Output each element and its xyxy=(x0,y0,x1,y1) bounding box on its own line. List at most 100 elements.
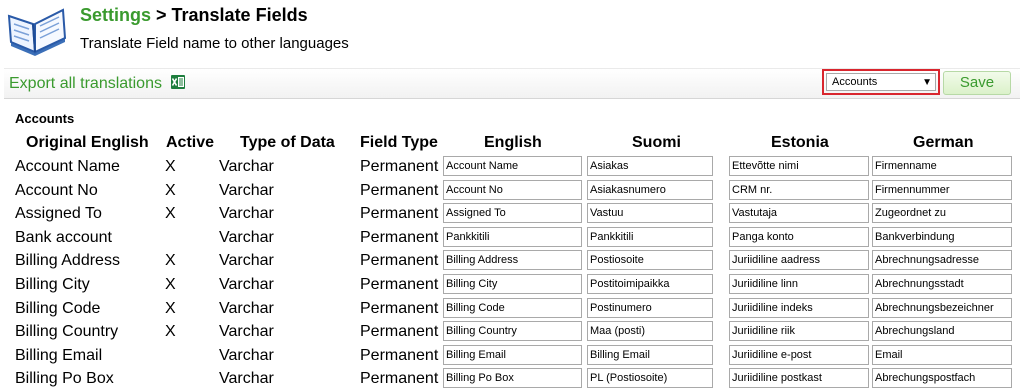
original-english-cell: Account Name xyxy=(15,158,120,175)
english-translation-input[interactable]: Account Name xyxy=(443,156,582,176)
type-of-data-cell: Varchar xyxy=(219,370,274,388)
col-header-german: German xyxy=(913,134,974,151)
original-english-cell: Bank account xyxy=(15,228,112,246)
english-translation-input[interactable]: Assigned To xyxy=(443,203,582,224)
english-translation-input[interactable]: Billing City xyxy=(443,274,582,294)
table-row: Billing Code X Varchar Permanent Billing Cod… xyxy=(0,297,1024,321)
german-translation-input[interactable]: Firmennummer xyxy=(872,179,1012,200)
suomi-translation-input[interactable]: Maa (posti) xyxy=(587,321,713,342)
table-row: Billing Email Varchar Permanent Billing Ema… xyxy=(0,344,1024,368)
type-of-data-cell: Varchar xyxy=(219,205,274,223)
table-row: Billing Address X Varchar Permanent Billing … xyxy=(0,249,1024,273)
suomi-translation-input[interactable]: Vastuu xyxy=(587,203,713,224)
table-row: Billing City X Varchar Permanent Billing Cit… xyxy=(0,273,1024,297)
estonia-translation-input[interactable]: Juriidiline postkast xyxy=(729,368,869,389)
col-header-field-type: Field Type xyxy=(360,134,438,151)
english-translation-input[interactable]: Billing Address xyxy=(443,250,582,271)
field-type-cell: Permanent xyxy=(360,276,439,293)
page-title-text: Translate Fields xyxy=(171,5,308,25)
table-row: Account Name X Varchar Permanent Account Nam… xyxy=(0,155,1024,179)
type-of-data-cell: Varchar xyxy=(219,181,274,199)
active-cell: X xyxy=(165,158,176,175)
export-translations-link[interactable]: Export all translations xyxy=(9,75,162,93)
german-translation-input[interactable]: Bankverbindung xyxy=(872,226,1012,247)
type-of-data-cell: Varchar xyxy=(219,276,274,293)
estonia-translation-input[interactable]: Juriidiline e-post xyxy=(729,344,869,365)
col-header-estonia: Estonia xyxy=(771,134,829,151)
suomi-translation-input[interactable]: Asiakasnumero xyxy=(587,179,713,200)
page-title: Settings > Translate Fields xyxy=(80,5,308,26)
suomi-translation-input[interactable]: Pankkitili xyxy=(587,226,713,247)
original-english-cell: Billing Po Box xyxy=(15,370,114,388)
field-type-cell: Permanent xyxy=(360,228,439,246)
table-row: Assigned To X Varchar Permanent Assigned To V… xyxy=(0,202,1024,226)
estonia-translation-input[interactable]: Ettevõtte nimi xyxy=(729,156,869,176)
module-select-highlight: Accounts ▼ xyxy=(822,69,940,95)
active-cell: X xyxy=(165,252,176,270)
active-cell: X xyxy=(165,276,176,293)
german-translation-input[interactable]: Abrechnungsbezeichner xyxy=(872,297,1012,318)
english-translation-input[interactable]: Account No xyxy=(443,179,582,200)
type-of-data-cell: Varchar xyxy=(219,323,274,341)
suomi-translation-input[interactable]: Asiakas xyxy=(587,156,713,176)
english-translation-input[interactable]: Billing Po Box xyxy=(443,368,582,389)
estonia-translation-input[interactable]: Juriidiline aadress xyxy=(729,250,869,271)
field-type-cell: Permanent xyxy=(360,323,439,341)
active-cell: X xyxy=(165,323,176,341)
field-type-cell: Permanent xyxy=(360,181,439,199)
german-translation-input[interactable]: Abrechnungsadresse xyxy=(872,250,1012,271)
table-row: Billing Country X Varchar Permanent Billing … xyxy=(0,320,1024,344)
estonia-translation-input[interactable]: Juriidiline riik xyxy=(729,321,869,342)
table-row: Account No X Varchar Permanent Account No Asi… xyxy=(0,179,1024,203)
german-translation-input[interactable]: Abrechungsland xyxy=(872,321,1012,342)
estonia-translation-input[interactable]: Vastutaja xyxy=(729,203,869,224)
field-type-cell: Permanent xyxy=(360,299,439,317)
field-type-cell: Permanent xyxy=(360,346,439,364)
original-english-cell: Billing City xyxy=(15,276,90,293)
type-of-data-cell: Varchar xyxy=(219,252,274,270)
estonia-translation-input[interactable]: Panga konto xyxy=(729,226,869,247)
original-english-cell: Account No xyxy=(15,181,98,199)
type-of-data-cell: Varchar xyxy=(219,158,274,175)
suomi-translation-input[interactable]: Postinumero xyxy=(587,297,713,318)
english-translation-input[interactable]: Billing Country xyxy=(443,321,582,342)
estonia-translation-input[interactable]: CRM nr. xyxy=(729,179,869,200)
german-translation-input[interactable]: Abrechnungsstadt xyxy=(872,274,1012,294)
page-header: Settings > Translate Fields Translate Fi… xyxy=(0,0,1024,68)
suomi-translation-input[interactable]: Postiosoite xyxy=(587,250,713,271)
original-english-cell: Billing Address xyxy=(15,252,120,270)
german-translation-input[interactable]: Zugeordnet zu xyxy=(872,203,1012,224)
page-subtitle: Translate Field name to other languages xyxy=(80,35,349,52)
col-header-type-of-data: Type of Data xyxy=(240,134,335,151)
original-english-cell: Billing Code xyxy=(15,299,101,317)
col-header-active: Active xyxy=(166,134,215,151)
suomi-translation-input[interactable]: PL (Postiosoite) xyxy=(587,368,713,389)
table-row: Billing Po Box Varchar Permanent Billing Po… xyxy=(0,367,1024,391)
german-translation-input[interactable]: Firmenname xyxy=(872,156,1012,176)
breadcrumb-settings[interactable]: Settings xyxy=(80,5,151,25)
module-select[interactable]: Accounts ▼ xyxy=(826,73,936,91)
field-type-cell: Permanent xyxy=(360,370,439,388)
active-cell: X xyxy=(165,299,176,317)
active-cell: X xyxy=(165,205,176,223)
german-translation-input[interactable]: Abrechungspostfach xyxy=(872,368,1012,389)
estonia-translation-input[interactable]: Juriidiline linn xyxy=(729,274,869,294)
original-english-cell: Assigned To xyxy=(15,205,102,223)
breadcrumb-separator: > xyxy=(151,5,172,25)
english-translation-input[interactable]: Billing Code xyxy=(443,297,582,318)
excel-icon[interactable] xyxy=(170,74,186,90)
german-translation-input[interactable]: Email xyxy=(872,344,1012,365)
suomi-translation-input[interactable]: Postitoimipaikka xyxy=(587,274,713,294)
english-translation-input[interactable]: Pankkitili xyxy=(443,226,582,247)
estonia-translation-input[interactable]: Juriidiline indeks xyxy=(729,297,869,318)
suomi-translation-input[interactable]: Billing Email xyxy=(587,344,713,365)
english-translation-input[interactable]: Billing Email xyxy=(443,344,582,365)
field-type-cell: Permanent xyxy=(360,252,439,270)
field-type-cell: Permanent xyxy=(360,158,439,175)
save-button[interactable]: Save xyxy=(943,71,1011,95)
table-row: Bank account Varchar Permanent Pankkitili Pa… xyxy=(0,226,1024,250)
col-header-english: English xyxy=(484,134,542,151)
col-header-original-english: Original English xyxy=(26,134,149,151)
col-header-suomi: Suomi xyxy=(632,134,681,151)
toolbar: Export all translations Accounts ▼ Save xyxy=(4,68,1020,99)
